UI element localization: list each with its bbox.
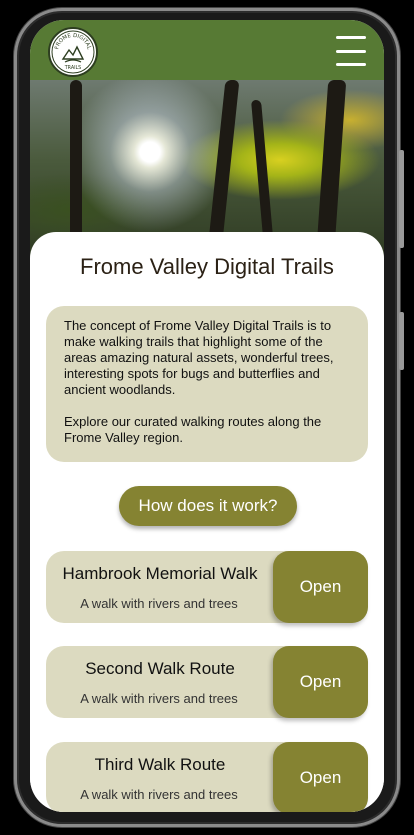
walk-subtitle: A walk with rivers and trees	[80, 691, 238, 706]
intro-text: The concept of Frome Valley Digital Trai…	[64, 318, 334, 397]
walk-title: Third Walk Route	[94, 755, 226, 774]
intro-panel: The concept of Frome Valley Digital Trai…	[46, 306, 368, 462]
power-button	[399, 312, 404, 370]
phone-screen: FROME DIGITAL TRAILS Frome Valley Digita…	[30, 20, 384, 812]
open-walk-button[interactable]: Open	[273, 742, 368, 812]
volume-button	[399, 150, 404, 248]
how-does-it-work-button[interactable]: How does it work?	[119, 486, 297, 526]
walk-title: Second Walk Route	[85, 659, 235, 678]
open-walk-button[interactable]: Open	[273, 551, 368, 623]
walk-card: Hambrook Memorial Walk A walk with river…	[46, 551, 368, 623]
walk-subtitle: A walk with rivers and trees	[80, 787, 238, 802]
walk-title: Hambrook Memorial Walk	[62, 564, 258, 583]
walk-card: Third Walk Route A walk with rivers and …	[46, 742, 368, 812]
content-card: Frome Valley Digital Trails The concept …	[30, 232, 384, 812]
walk-subtitle: A walk with rivers and trees	[80, 596, 238, 611]
menu-line	[336, 49, 366, 53]
site-logo[interactable]: FROME DIGITAL TRAILS	[48, 27, 98, 77]
svg-text:TRAILS: TRAILS	[64, 65, 81, 71]
top-header: FROME DIGITAL TRAILS	[30, 20, 384, 80]
menu-line	[336, 36, 366, 39]
trail-logo-icon: FROME DIGITAL TRAILS	[51, 30, 95, 74]
open-walk-button[interactable]: Open	[273, 646, 368, 718]
menu-line	[336, 63, 366, 66]
walk-card: Second Walk Route A walk with rivers and…	[46, 646, 368, 718]
page-title: Frome Valley Digital Trails	[80, 254, 334, 279]
hamburger-menu-icon[interactable]	[336, 36, 366, 66]
intro-text: Explore our curated walking routes along…	[64, 414, 322, 445]
